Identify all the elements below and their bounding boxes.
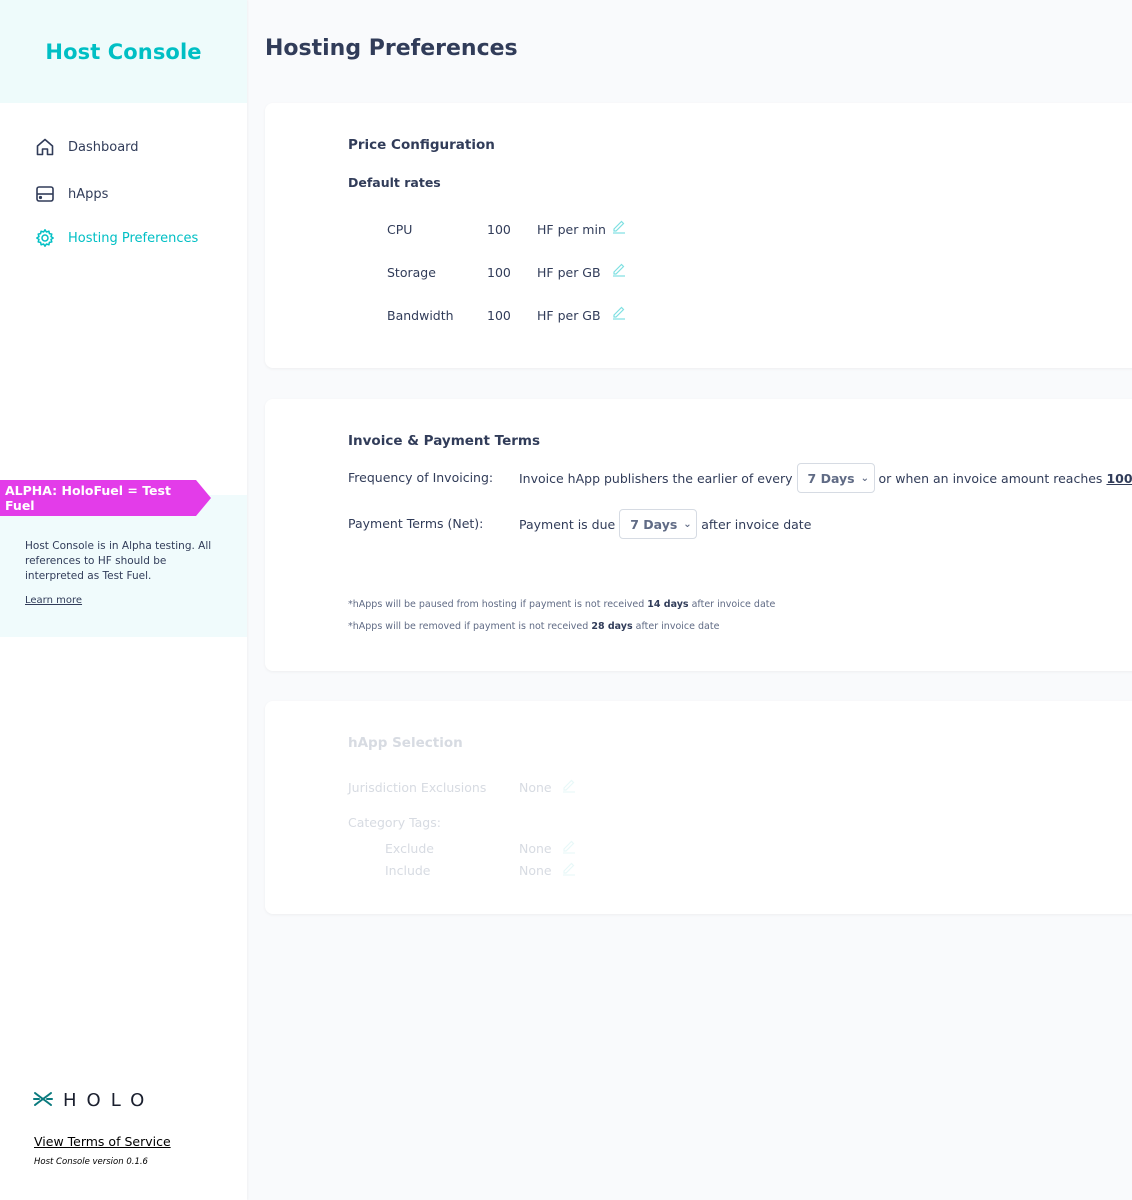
edit-pencil-icon[interactable]: [611, 218, 627, 234]
rate-value: 100: [487, 222, 511, 237]
exclude-value: None: [519, 841, 552, 856]
sidebar-item-hosting-preferences[interactable]: Hosting Preferences: [34, 224, 234, 252]
payment-suffix: after invoice date: [701, 516, 812, 532]
alpha-banner: ALPHA: HoloFuel = Test Fuel: [0, 480, 211, 516]
category-tags-label: Category Tags:: [348, 815, 441, 830]
payment-terms-content: Payment is due 7 Days ⌄ after invoice da…: [519, 509, 811, 539]
invoice-amount-link[interactable]: 100 HF: [1106, 471, 1132, 486]
invoice-frequency-row: Frequency of Invoicing: Invoice hApp pub…: [348, 463, 1132, 493]
frequency-label: Frequency of Invoicing:: [348, 470, 494, 485]
chevron-down-icon: ⌄: [860, 472, 869, 484]
frequency-suffix: or when an invoice amount reaches: [878, 470, 1103, 486]
payment-select-value: 7 Days: [630, 516, 678, 532]
invoice-payment-title: Invoice & Payment Terms: [348, 433, 541, 449]
holo-logo-icon: [33, 1091, 53, 1111]
note-bold: 28 days: [591, 621, 633, 632]
page-title: Hosting Preferences: [265, 36, 518, 61]
learn-more-link[interactable]: Learn more: [25, 595, 82, 606]
rate-unit: HF per min: [537, 222, 606, 237]
default-rates-title: Default rates: [348, 175, 441, 190]
edit-pencil-icon: [561, 838, 577, 854]
include-label: Include: [385, 863, 431, 878]
frequency-select-value: 7 Days: [807, 470, 855, 486]
note-text: *hApps will be paused from hosting if pa…: [348, 599, 645, 610]
jurisdiction-label: Jurisdiction Exclusions: [348, 780, 487, 795]
frequency-select[interactable]: 7 Days ⌄: [796, 463, 875, 493]
note-text: *hApps will be removed if payment is not…: [348, 621, 589, 632]
payment-terms-select[interactable]: 7 Days ⌄: [619, 509, 698, 539]
note-text: after invoice date: [691, 599, 776, 610]
payment-terms-row: Payment Terms (Net): Payment is due 7 Da…: [348, 509, 1132, 539]
jurisdiction-value: None: [519, 780, 552, 795]
terms-of-service-link[interactable]: View Terms of Service: [34, 1134, 171, 1149]
alpha-description: Host Console is in Alpha testing. All re…: [25, 540, 212, 582]
brand-header: Host Console: [0, 0, 247, 103]
edit-pencil-icon: [561, 860, 577, 876]
edit-pencil-icon[interactable]: [611, 304, 627, 320]
price-configuration-card: Price Configuration Default rates CPU 10…: [265, 103, 1132, 368]
server-icon: [34, 183, 56, 205]
rate-unit: HF per GB: [537, 265, 601, 280]
sidebar-item-label: Hosting Preferences: [68, 230, 199, 246]
happ-selection-card: hApp Selection Jurisdiction Exclusions N…: [265, 701, 1132, 914]
rate-label: Bandwidth: [387, 308, 454, 323]
rate-unit: HF per GB: [537, 308, 601, 323]
note-bold: 14 days: [647, 599, 689, 610]
frequency-content: Invoice hApp publishers the earlier of e…: [519, 463, 1132, 493]
sidebar-item-dashboard[interactable]: Dashboard: [34, 133, 234, 161]
brand-title: Host Console: [45, 39, 202, 64]
home-icon: [34, 136, 56, 158]
include-value: None: [519, 863, 552, 878]
sidebar: Host Console Dashboard hApps Hosting Pre…: [0, 0, 247, 1200]
note-text: after invoice date: [635, 621, 720, 632]
price-configuration-title: Price Configuration: [348, 137, 495, 153]
payment-terms-label: Payment Terms (Net):: [348, 516, 484, 531]
payment-prefix: Payment is due: [519, 516, 616, 532]
sidebar-item-happs[interactable]: hApps: [34, 180, 234, 208]
sidebar-item-label: Dashboard: [68, 139, 139, 155]
edit-pencil-icon: [561, 777, 577, 793]
removal-note: *hApps will be removed if payment is not…: [348, 621, 719, 632]
frequency-prefix: Invoice hApp publishers the earlier of e…: [519, 470, 793, 486]
gear-icon: [34, 227, 56, 249]
happ-selection-title: hApp Selection: [348, 735, 463, 751]
rate-value: 100: [487, 308, 511, 323]
holo-wordmark: HOLO: [63, 1090, 155, 1111]
edit-pencil-icon[interactable]: [611, 261, 627, 277]
app-version: Host Console version 0.1.6: [34, 1157, 148, 1167]
pause-note: *hApps will be paused from hosting if pa…: [348, 599, 775, 610]
chevron-down-icon: ⌄: [683, 518, 692, 530]
sidebar-item-label: hApps: [68, 186, 109, 202]
rate-label: Storage: [387, 265, 436, 280]
holo-logo: HOLO: [33, 1090, 154, 1111]
rate-value: 100: [487, 265, 511, 280]
invoice-payment-card: Invoice & Payment Terms Frequency of Inv…: [265, 399, 1132, 671]
rate-label: CPU: [387, 222, 413, 237]
exclude-label: Exclude: [385, 841, 434, 856]
